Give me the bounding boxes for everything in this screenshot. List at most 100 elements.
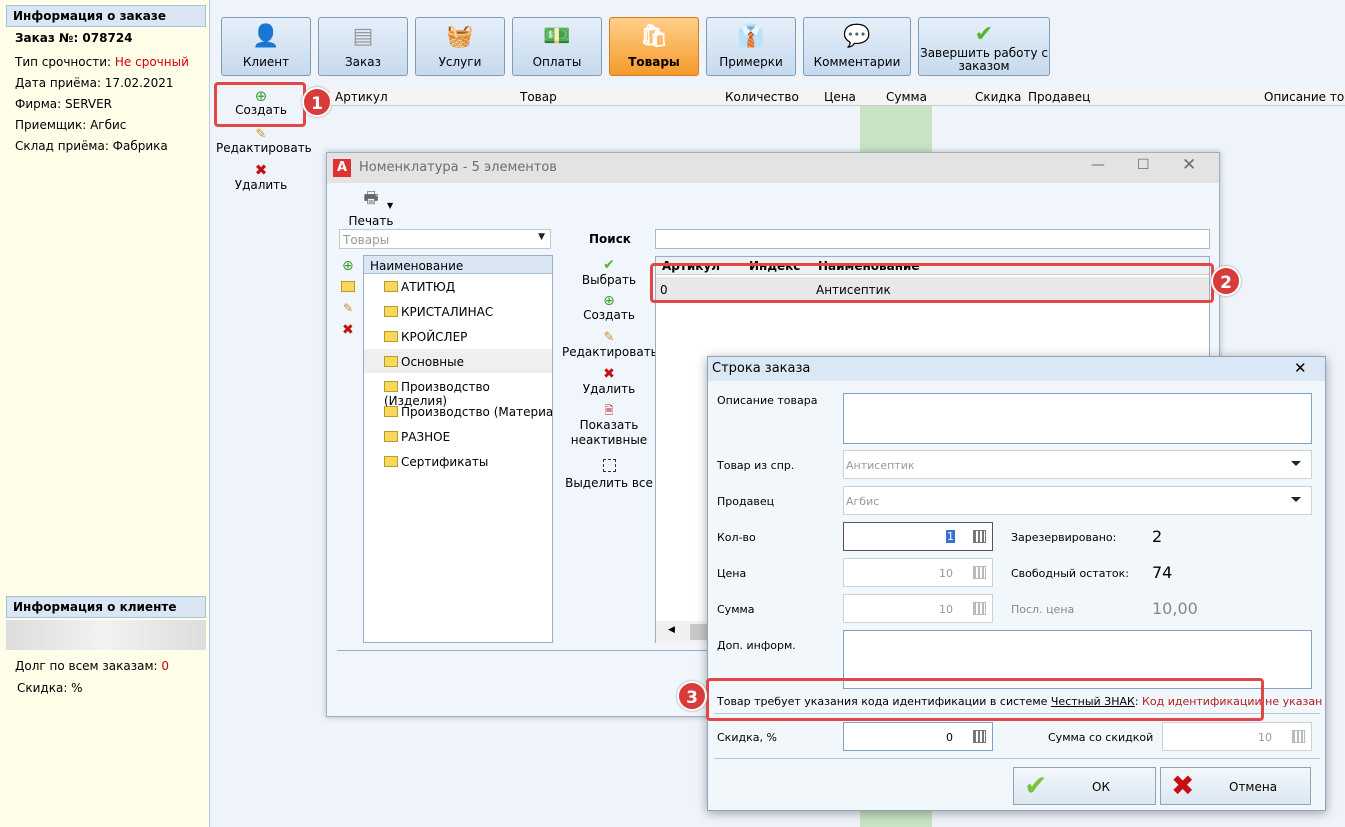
minimize-icon[interactable]: — [1091,157,1105,173]
col-description[interactable]: Описание товара [1264,90,1345,104]
app-logo-icon: A [333,159,351,177]
tree-item[interactable]: Сертификаты [384,455,488,469]
document-icon: ▤ [352,24,374,49]
tree-folder-icon[interactable] [341,280,358,294]
client-name-blurred [6,620,206,650]
tree-item[interactable]: Производство (Материалы [384,405,552,419]
client-button[interactable]: 👤 Клиент [221,17,311,76]
col-sum[interactable]: Сумма [886,90,927,104]
create-item-label: Создать [583,308,635,322]
urgency-value: Не срочный [114,55,189,69]
calculator-icon[interactable] [973,530,986,543]
fittings-button[interactable]: 👔 Примерки [706,17,796,76]
col-product[interactable]: Товар [520,90,557,104]
sum-input[interactable]: 10 [843,594,993,623]
qty-label: Кол-во [717,531,756,544]
tree-add-icon[interactable]: ⊕ [342,258,354,274]
select-all-label: Выделить все [565,476,653,490]
select-button[interactable]: ✔ Выбрать [562,257,656,287]
chevron-down-icon: ▼ [538,232,545,242]
extra-info-label: Доп. информ. [717,639,796,652]
print-dropdown-icon[interactable]: ▼ [387,201,393,210]
discount-value: 0 [946,731,953,744]
close-icon[interactable]: ✕ [1182,155,1196,175]
goods-button[interactable]: 🛍 Товары [609,17,699,76]
reserved-value: 2 [1152,527,1163,546]
close-icon[interactable]: ✕ [1294,359,1307,377]
comment-icon: 💬 [843,24,871,49]
qty-input[interactable]: 1 [843,522,993,551]
reserved-label: Зарезервировано: [1011,531,1117,544]
tree-item[interactable]: КРИСТАЛИНАС [384,305,493,319]
bag-icon: 🛍 [640,24,668,49]
col-article[interactable]: Артикул [335,90,388,104]
tree-item[interactable]: Основные [384,355,464,369]
qty-value: 1 [946,530,955,543]
price-label: Цена [717,567,747,580]
maximize-icon[interactable]: ☐ [1137,157,1150,173]
calculator-icon[interactable] [1292,730,1305,743]
col-price[interactable]: Цена [824,90,856,104]
col-seller[interactable]: Продавец [1028,90,1090,104]
search-input[interactable] [655,229,1210,249]
edit-button[interactable]: ✎ Редактировать [216,127,312,155]
goods-grid-header: Артикул Товар Количество Цена Сумма Скид… [330,88,1345,106]
product-select[interactable]: Антисептик [843,450,1312,479]
col-discount[interactable]: Скидка [975,90,1021,104]
services-button[interactable]: 🧺 Услуги [415,17,505,76]
sum-label: Сумма [717,603,755,616]
print-button[interactable]: 🖶 Печать [339,187,403,228]
delete-button[interactable]: ✖ Удалить [216,163,306,193]
seller-select[interactable]: Агбис [843,486,1312,515]
delete-icon: ✖ [603,366,615,382]
edit-item-button[interactable]: ✎ Редактировать [562,331,658,360]
comments-button[interactable]: 💬 Комментарии [803,17,911,76]
scroll-left-icon[interactable]: ◀ [668,625,675,635]
finish-order-button[interactable]: ✔ Завершить работу с заказом [918,17,1050,76]
tree-item-label: КРОЙСЛЕР [401,330,468,344]
discount-input[interactable]: 0 [843,722,993,751]
client-info-header: Информация о клиенте [6,596,206,618]
tree-delete-icon[interactable]: ✖ [342,322,354,338]
show-inactive-button[interactable]: 🗎 Показать неактивные [562,403,656,448]
checkmark-icon: ✔ [603,257,615,273]
order-number: Заказ №: 078724 [15,31,133,45]
user-icon: 👤 [252,24,280,49]
delete-item-button[interactable]: ✖ Удалить [562,366,656,397]
col-quantity[interactable]: Количество [725,90,799,104]
order-button[interactable]: ▤ Заказ [318,17,408,76]
price-input[interactable]: 10 [843,558,993,587]
category-select[interactable]: Товары ▼ [339,229,551,249]
sum-discount-value: 10 [1258,731,1272,744]
tree-item[interactable]: Производство (Изделия) [384,380,552,408]
ok-button[interactable]: ✔ ОК [1013,767,1156,805]
calculator-icon[interactable] [973,566,986,579]
category-select-value: Товары [343,233,390,247]
sum-discount-input[interactable]: 10 [1162,722,1312,751]
finish-order-label: Завершить работу с заказом [920,46,1048,73]
plus-icon: ⊕ [603,293,615,309]
tree-item[interactable]: АТИТЮД [384,280,455,294]
client-discount: Скидка: % [17,681,83,695]
tree-item[interactable]: РАЗНОЕ [384,430,450,444]
tree-edit-icon[interactable]: ✎ [343,301,353,315]
printer-icon: 🖶 [363,188,379,207]
payments-button-label: Оплаты [532,55,582,69]
tree-item[interactable]: КРОЙСЛЕР [384,330,467,344]
discount-label: Скидка, % [717,731,777,744]
select-all-button[interactable]: Выделить все [562,459,656,490]
calculator-icon[interactable] [973,602,986,615]
create-item-button[interactable]: ⊕ Создать [562,294,656,322]
order-line-titlebar: Строка заказа ✕ [708,357,1325,381]
cancel-label: Отмена [1229,780,1278,794]
money-icon: 💵 [543,24,571,49]
description-field[interactable] [843,393,1312,444]
tree-item-label: КРИСТАЛИНАС [401,305,494,319]
comments-button-label: Комментарии [813,55,901,69]
ok-label: ОК [1092,780,1110,794]
pencil-icon: ✎ [255,127,267,142]
payments-button[interactable]: 💵 Оплаты [512,17,602,76]
calculator-icon[interactable] [973,730,986,743]
cancel-button[interactable]: ✖ Отмена [1160,767,1311,805]
category-tree: Наименование АТИТЮД КРИСТАЛИНАС КРОЙСЛЕР… [363,255,553,643]
